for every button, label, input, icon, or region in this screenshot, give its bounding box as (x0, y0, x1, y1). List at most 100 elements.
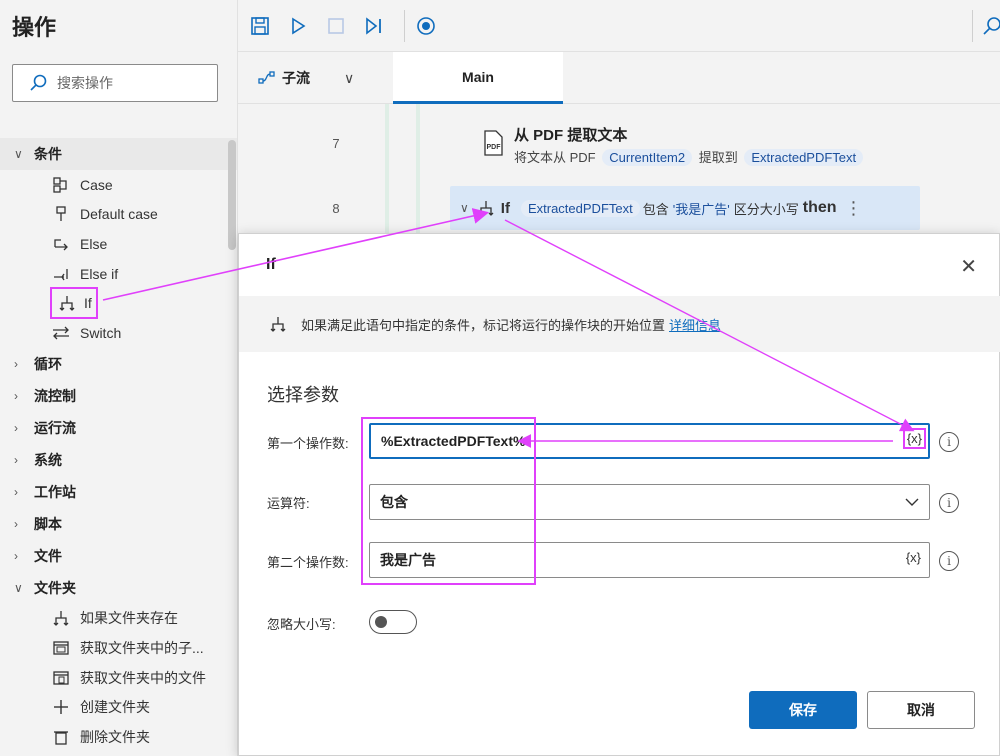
actions-scrollbar[interactable] (228, 140, 236, 250)
record-icon (417, 17, 435, 35)
line-number: 8 (332, 201, 340, 216)
action-else-if[interactable]: Else if (0, 259, 237, 289)
trash-icon (50, 726, 72, 748)
plus-icon (50, 696, 72, 718)
step-if[interactable]: ∨ If ExtractedPDFText 包含 '我是广告' 区分大小写 th… (450, 186, 920, 230)
record-button[interactable] (414, 14, 438, 38)
chevron-down-icon: ∨ (344, 69, 355, 86)
if-dialog: If ✕ 如果满足此语句中指定的条件，标记将运行的操作块的开始位置 详细信息 选… (238, 233, 1000, 756)
search-icon (30, 74, 47, 91)
toolbar-separator (972, 10, 973, 42)
variable-picker-button[interactable]: {x} (902, 428, 926, 449)
variable-chip: CurrentItem2 (602, 149, 693, 166)
actions-panel: 操作 搜索操作 ∨ 条件 Case Default case Else Else … (0, 0, 238, 756)
toggle-knob (375, 616, 387, 628)
toolbar-separator (404, 10, 405, 42)
if-icon (50, 607, 72, 629)
search-flow-button[interactable] (980, 14, 1000, 38)
action-switch[interactable]: Switch (0, 318, 237, 348)
action-default-case[interactable]: Default case (0, 200, 237, 230)
stop-icon (328, 18, 344, 34)
switch-icon (50, 322, 72, 344)
stop-button[interactable] (324, 14, 348, 38)
run-button[interactable] (286, 14, 310, 38)
action-case[interactable]: Case (0, 170, 237, 200)
action-create-folder[interactable]: 创建文件夹 (0, 692, 237, 722)
more-info-link[interactable]: 详细信息 (669, 315, 721, 334)
subflows-dropdown[interactable]: 子流 ∨ (258, 52, 392, 104)
else-if-icon (50, 263, 72, 285)
chevron-down-icon (905, 498, 919, 506)
chevron-down-icon: ∨ (14, 147, 23, 161)
designer-toolbar (238, 0, 1000, 52)
category-scripting[interactable]: › 脚本 (0, 508, 237, 540)
chevron-right-icon: › (14, 548, 18, 563)
search-icon (983, 17, 1000, 35)
svg-text:PDF: PDF (487, 144, 502, 151)
category-run-flow[interactable]: › 运行流 (0, 412, 237, 444)
dialog-title: If (266, 256, 276, 273)
category-file[interactable]: › 文件 (0, 540, 237, 572)
info-icon[interactable]: i (939, 551, 959, 571)
close-icon[interactable]: ✕ (960, 254, 977, 279)
line-number: 7 (332, 136, 340, 151)
category-workstation[interactable]: › 工作站 (0, 476, 237, 508)
action-else[interactable]: Else (0, 229, 237, 259)
chevron-right-icon: › (14, 388, 18, 403)
save-flow-button[interactable] (248, 14, 272, 38)
chevron-right-icon: › (14, 420, 18, 435)
category-loops[interactable]: › 循环 (0, 348, 237, 380)
collapse-chevron-icon[interactable]: ∨ (460, 201, 469, 215)
ignore-case-label: 忽略大小写: (267, 617, 336, 632)
ignore-case-toggle[interactable] (369, 610, 417, 634)
step-extract-pdf-text[interactable]: PDF 从 PDF 提取文本 将文本从 PDF CurrentItem2 提取到… (450, 120, 920, 170)
cancel-button[interactable]: 取消 (867, 691, 975, 729)
action-if-folder-exists[interactable]: 如果文件夹存在 (0, 604, 237, 634)
chevron-right-icon: › (14, 452, 18, 467)
step-description: 将文本从 PDF CurrentItem2 提取到 ExtractedPDFTe… (514, 147, 866, 166)
action-get-subfolders[interactable]: 获取文件夹中的子... (0, 633, 237, 663)
step-title: 从 PDF 提取文本 (514, 127, 628, 144)
info-icon[interactable]: i (939, 432, 959, 452)
operator-label: 运算符: (267, 496, 310, 511)
category-system[interactable]: › 系统 (0, 444, 237, 476)
pdf-icon: PDF (484, 130, 503, 156)
dialog-info-bar: 如果满足此语句中指定的条件，标记将运行的操作块的开始位置 详细信息 (239, 296, 1000, 352)
string-value: '我是广告' (672, 201, 730, 217)
variable-chip: ExtractedPDFText (520, 199, 640, 217)
variable-picker-button[interactable]: {x} (904, 549, 923, 566)
step-icon (366, 17, 381, 35)
search-actions-input[interactable]: 搜索操作 (12, 64, 218, 102)
folder-sub-icon (50, 637, 72, 659)
category-flow-control[interactable]: › 流控制 (0, 380, 237, 412)
annotation-highlight-box (361, 417, 536, 585)
save-button[interactable]: 保存 (749, 691, 857, 729)
action-get-files[interactable]: 获取文件夹中的文件 (0, 663, 237, 693)
category-folder[interactable]: ∨ 文件夹 (0, 572, 237, 604)
step-keyword: If (500, 199, 510, 217)
variable-chip: ExtractedPDFText (744, 149, 864, 166)
info-icon[interactable]: i (939, 493, 959, 513)
actions-panel-title: 操作 (12, 15, 57, 40)
more-options-icon[interactable]: ⋮ (845, 198, 863, 219)
folder-files-icon (50, 667, 72, 689)
category-conditions[interactable]: ∨ 条件 (0, 138, 237, 170)
run-next-button[interactable] (362, 14, 386, 38)
action-delete-folder[interactable]: 删除文件夹 (0, 722, 237, 752)
chevron-right-icon: › (14, 356, 18, 371)
first-operand-label: 第一个操作数: (267, 436, 349, 451)
second-operand-label: 第二个操作数: (267, 555, 349, 570)
section-heading: 选择参数 (267, 385, 339, 405)
else-icon (50, 233, 72, 255)
chevron-right-icon: › (14, 516, 18, 531)
search-placeholder: 搜索操作 (57, 75, 113, 91)
action-if[interactable]: If (0, 287, 237, 320)
save-icon (251, 17, 269, 35)
default-case-icon (50, 203, 72, 225)
if-highlight: If (50, 287, 98, 320)
case-icon (50, 174, 72, 196)
if-icon (270, 317, 286, 332)
if-icon (56, 292, 78, 314)
chevron-down-icon: ∨ (14, 580, 23, 595)
tab-main[interactable]: Main (393, 52, 563, 104)
